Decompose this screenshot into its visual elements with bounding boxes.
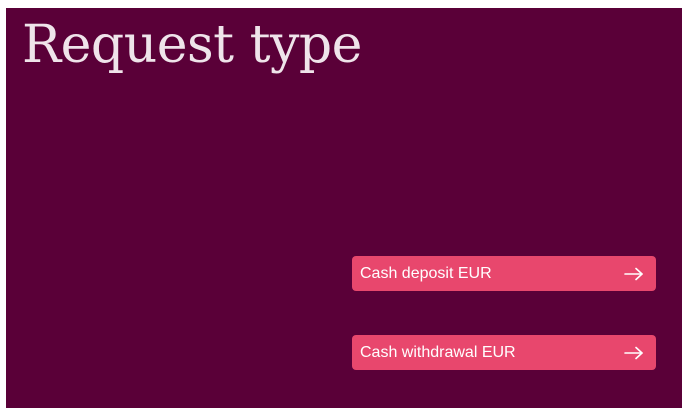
cash-deposit-eur-button[interactable]: Cash deposit EUR (352, 256, 656, 291)
page-title: Request type (22, 15, 362, 75)
request-type-screen: Request type Cash deposit EUR Cash withd… (6, 8, 682, 408)
arrow-right-icon (624, 267, 643, 280)
top-strip (0, 0, 682, 8)
cash-withdrawal-eur-button[interactable]: Cash withdrawal EUR (352, 335, 656, 370)
cash-withdrawal-eur-label: Cash withdrawal EUR (360, 343, 516, 361)
arrow-right-icon (624, 346, 643, 359)
cash-deposit-eur-label: Cash deposit EUR (360, 264, 492, 282)
